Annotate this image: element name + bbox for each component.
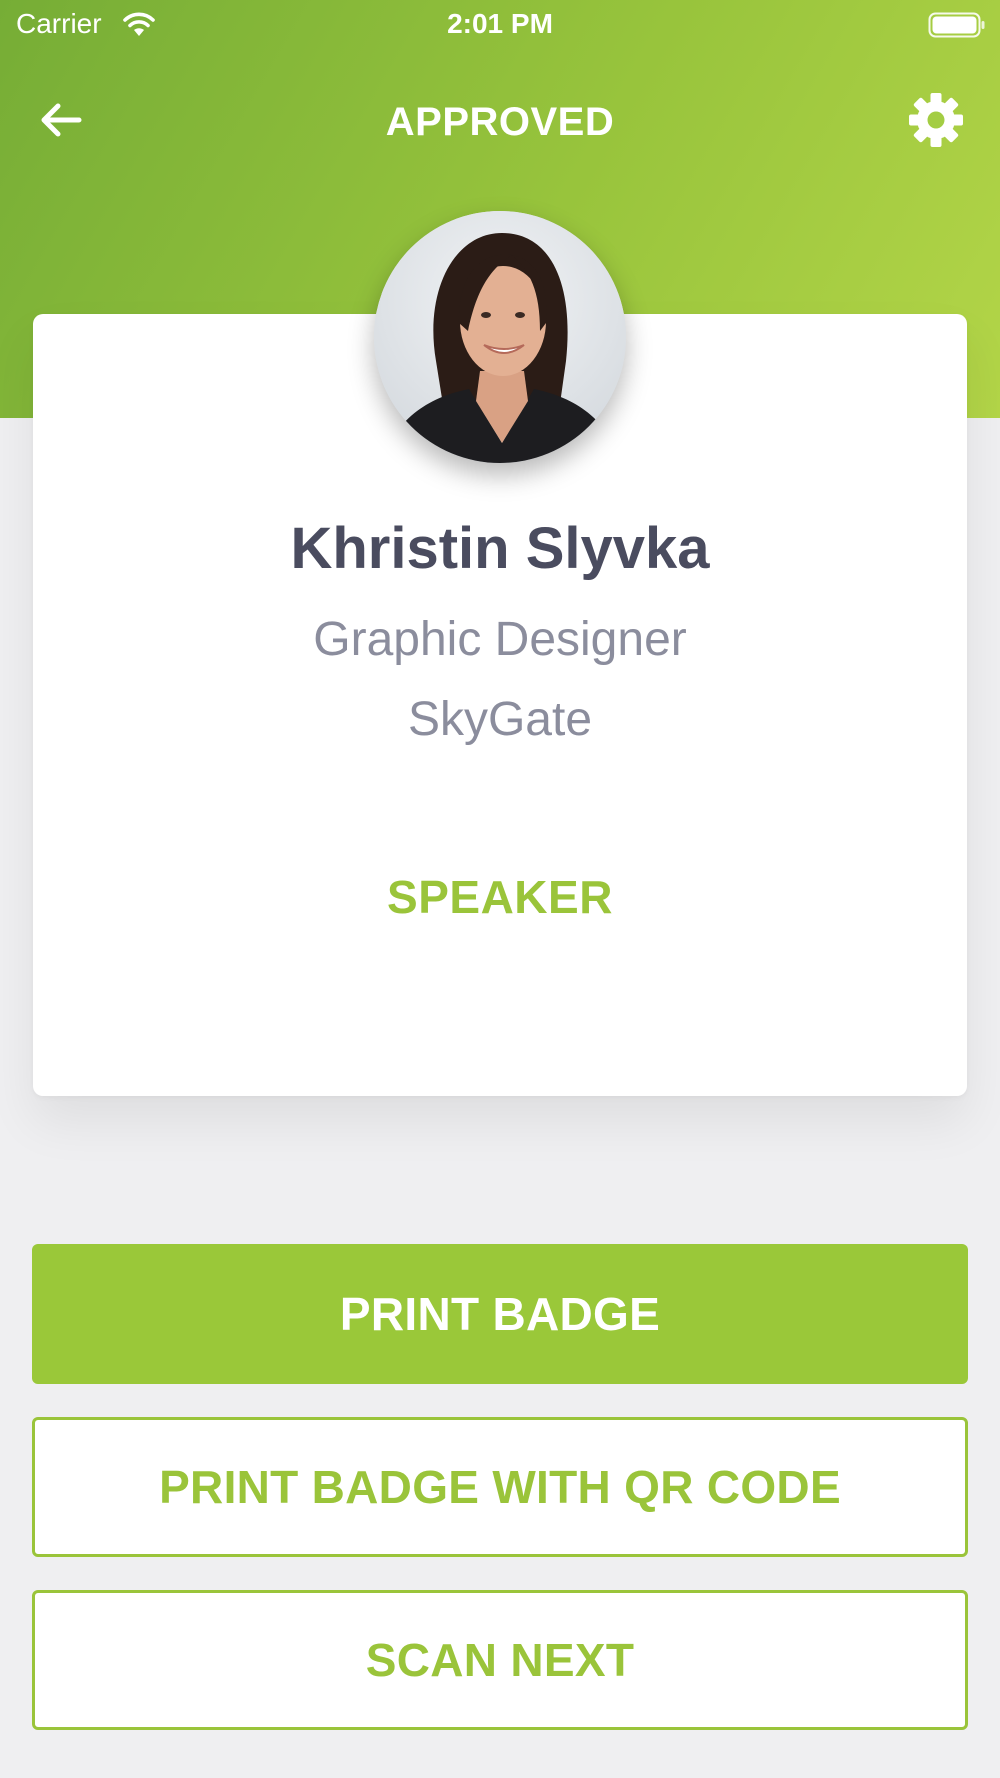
avatar bbox=[374, 211, 626, 463]
attendee-company: SkyGate bbox=[407, 693, 593, 746]
battery-icon bbox=[928, 12, 986, 38]
scan-next-button-label: SCAN NEXT bbox=[365, 1634, 635, 1686]
print-badge-button[interactable]: PRINT BADGE bbox=[32, 1244, 968, 1384]
attendee-name: Khristin Slyvka bbox=[290, 516, 710, 581]
scan-next-button[interactable]: SCAN NEXT bbox=[32, 1590, 968, 1730]
status-bar: Carrier 2:01 PM bbox=[0, 0, 1000, 50]
navigation-bar: APPROVED bbox=[0, 76, 1000, 168]
gear-icon bbox=[908, 92, 964, 153]
attendee-type-label: SPEAKER bbox=[387, 871, 613, 923]
attendee-job-title: Graphic Designer bbox=[313, 613, 687, 666]
attendee-approved-screen: Carrier 2:01 PM APPROVED Khristin Slyvka… bbox=[0, 0, 1000, 1778]
settings-button[interactable] bbox=[900, 90, 972, 154]
print-badge-button-label: PRINT BADGE bbox=[339, 1288, 661, 1340]
print-badge-qr-button-label: PRINT BADGE WITH QR CODE bbox=[159, 1461, 841, 1513]
print-badge-qr-button[interactable]: PRINT BADGE WITH QR CODE bbox=[32, 1417, 968, 1557]
page-title: APPROVED bbox=[385, 100, 615, 144]
status-time: 2:01 PM bbox=[447, 8, 553, 39]
